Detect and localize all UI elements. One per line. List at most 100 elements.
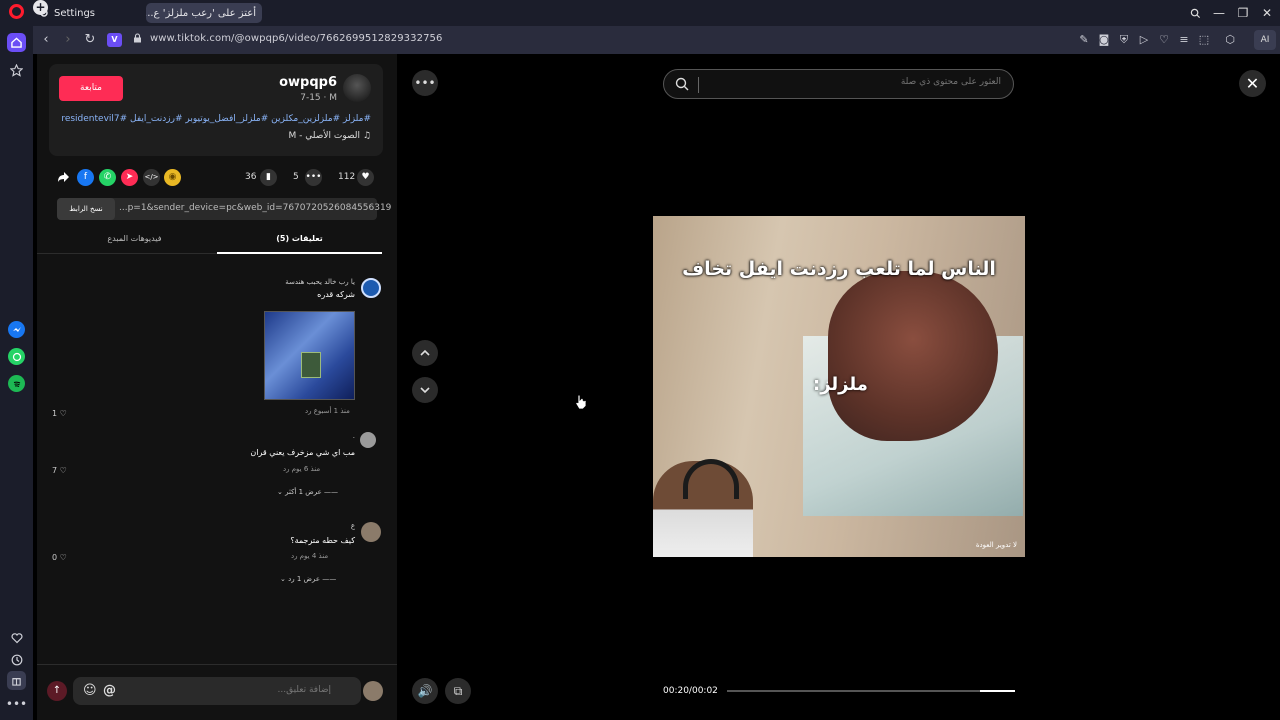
- view-more-replies[interactable]: ⌄ عرض 1 أكثر ——: [277, 488, 338, 496]
- comment-username[interactable]: ع: [351, 522, 355, 530]
- heart-icon[interactable]: [7, 628, 26, 647]
- gear-icon: [40, 9, 48, 17]
- facebook-share-icon[interactable]: f: [77, 168, 94, 186]
- share-arrow-icon[interactable]: [57, 168, 70, 186]
- close-icon[interactable]: ✕: [1239, 70, 1266, 97]
- comment-item: . مب اي شي مزخرف يعني قران: [61, 432, 381, 472]
- favorite-icon[interactable]: ♡: [1157, 33, 1171, 47]
- comment-icon[interactable]: •••: [305, 168, 322, 186]
- video-caption: الناس لما تلعب رزدنت ايفل تخاف: [682, 258, 996, 280]
- close-window-button[interactable]: ✕: [1255, 0, 1279, 26]
- tab-tiktok[interactable]: أعتز على 'رعب ملزلز' ع... 🔊 ♪: [146, 3, 262, 23]
- user-avatar[interactable]: [363, 681, 383, 701]
- bookmarks-icon[interactable]: [7, 61, 26, 80]
- ai-button[interactable]: AI: [1254, 30, 1276, 50]
- search-input[interactable]: [711, 77, 1001, 87]
- extensions-icon[interactable]: [7, 671, 26, 690]
- emoji-icon[interactable]: ☺: [83, 683, 97, 698]
- comment-like[interactable]: 1 ♡: [52, 409, 67, 418]
- view-more-replies[interactable]: ⌄ عرض 1 رد ——: [280, 575, 336, 583]
- next-video-icon[interactable]: [412, 377, 438, 403]
- search-tabs-icon[interactable]: [1183, 0, 1207, 26]
- messenger-icon[interactable]: [8, 321, 25, 338]
- play-icon[interactable]: ▷: [1137, 33, 1151, 47]
- comment-like[interactable]: 7 ♡: [52, 466, 67, 475]
- forward-button[interactable]: ›: [60, 32, 76, 48]
- vpn-badge[interactable]: V: [107, 33, 122, 47]
- divider-line: ——: [320, 575, 337, 583]
- whatsapp-share-icon[interactable]: ✆: [99, 168, 116, 186]
- author-avatar[interactable]: [343, 74, 371, 102]
- tab-label: أعتز على 'رعب ملزلز' ع...: [146, 7, 256, 19]
- author-name[interactable]: owpqp6: [279, 75, 337, 90]
- comment-meta[interactable]: منذ 1 أسبوع رد: [305, 407, 350, 415]
- comment-username[interactable]: يا رب خالد يحبب هندسة: [285, 278, 355, 286]
- follow-button[interactable]: متابعة: [59, 76, 123, 101]
- comment-item: ع كيف حطه مترجمة؟: [61, 522, 381, 562]
- comment-avatar[interactable]: [361, 522, 381, 542]
- shield-icon[interactable]: ⛨: [1117, 33, 1131, 47]
- comment-like[interactable]: 0 ♡: [52, 553, 67, 562]
- menu-lines-icon[interactable]: ≡: [1177, 33, 1191, 47]
- tab-settings[interactable]: Settings: [33, 3, 141, 23]
- comment-username[interactable]: .: [353, 432, 355, 440]
- account-icon[interactable]: ⬚: [1197, 33, 1211, 47]
- comments-count: 5: [293, 172, 299, 182]
- overlay-right: ✕: [1025, 54, 1280, 720]
- tab-label: Settings: [54, 7, 96, 19]
- cube-icon[interactable]: ⬡: [1223, 33, 1237, 47]
- video-frame[interactable]: الناس لما تلعب رزدنت ايفل تخاف ملزلز: لا…: [653, 216, 1025, 557]
- comment-meta[interactable]: منذ 6 يوم رد: [283, 465, 320, 473]
- search-icon[interactable]: [675, 77, 689, 91]
- back-button[interactable]: ‹: [38, 32, 54, 48]
- tab-comments[interactable]: (5) تعليقات: [217, 234, 382, 243]
- comment-avatar[interactable]: [360, 432, 376, 448]
- comment-input[interactable]: [171, 685, 331, 695]
- camera-icon[interactable]: ◙: [1097, 33, 1111, 47]
- copy-link-button[interactable]: نسخ الرابط: [57, 198, 115, 220]
- previous-video-icon[interactable]: [412, 340, 438, 366]
- home-icon[interactable]: [7, 33, 26, 52]
- coin-icon[interactable]: ◉: [164, 168, 181, 186]
- mention-icon[interactable]: @: [103, 683, 116, 698]
- saves-count: 36: [245, 172, 257, 182]
- creator-card: متابعة owpqp6 7-15 · M #ملزلز #ملزلزين_م…: [49, 64, 383, 156]
- telegram-share-icon[interactable]: ➤: [121, 168, 138, 186]
- whatsapp-icon[interactable]: [8, 348, 25, 365]
- spotify-icon[interactable]: [8, 375, 25, 392]
- embed-icon[interactable]: </>: [143, 168, 160, 186]
- music-link[interactable]: ♫ الصوت الأصلي - M: [289, 131, 371, 141]
- lock-icon[interactable]: [130, 33, 144, 47]
- chevron-down-icon: ⌄: [277, 488, 286, 496]
- minimize-button[interactable]: —: [1207, 0, 1231, 26]
- progress-bar[interactable]: [727, 690, 1015, 692]
- more-options-icon[interactable]: •••: [412, 70, 438, 96]
- music-title: الصوت الأصلي - M: [288, 131, 361, 141]
- hashtags[interactable]: #ملزلز #ملزلزين_مكلزين #ملزلز_افضل_يوتيو…: [61, 114, 371, 124]
- comment-text: مب اي شي مزخرف يعني قران: [250, 448, 355, 457]
- history-icon[interactable]: [7, 650, 26, 669]
- send-icon[interactable]: ↑: [47, 681, 67, 701]
- volume-icon[interactable]: 🔊: [412, 678, 438, 704]
- comment-meta[interactable]: منذ 4 يوم رد: [291, 552, 328, 560]
- tab-creator-videos[interactable]: فيديوهات المبدع: [52, 234, 217, 243]
- comment-image[interactable]: [264, 311, 355, 400]
- search-divider: [698, 77, 699, 93]
- restore-button[interactable]: ❐: [1231, 0, 1255, 26]
- share-url[interactable]: ...p=1&sender_device=pc&web_id=767072052…: [119, 203, 391, 213]
- url-field[interactable]: www.tiktok.com/@owpqp6/video/76626995128…: [150, 33, 442, 44]
- bookmark-icon[interactable]: ▮: [260, 168, 277, 186]
- progress-fill: [980, 690, 1015, 692]
- more-icon[interactable]: •••: [6, 694, 27, 713]
- heart-outline-icon: ♡: [57, 553, 67, 562]
- edit-icon[interactable]: ✎: [1077, 33, 1091, 47]
- opera-logo-icon[interactable]: [9, 4, 24, 19]
- video-watermark: لا تدوير العودة: [975, 541, 1017, 549]
- pip-icon[interactable]: ⧉: [445, 678, 471, 704]
- reload-button[interactable]: ↻: [82, 32, 98, 48]
- comment-text: شركه قدره: [317, 290, 355, 299]
- like-heart-icon[interactable]: ♥: [357, 168, 374, 186]
- mouse-cursor-icon: [575, 394, 587, 410]
- comment-avatar[interactable]: [361, 278, 381, 298]
- replies-label: عرض 1 رد: [288, 575, 321, 583]
